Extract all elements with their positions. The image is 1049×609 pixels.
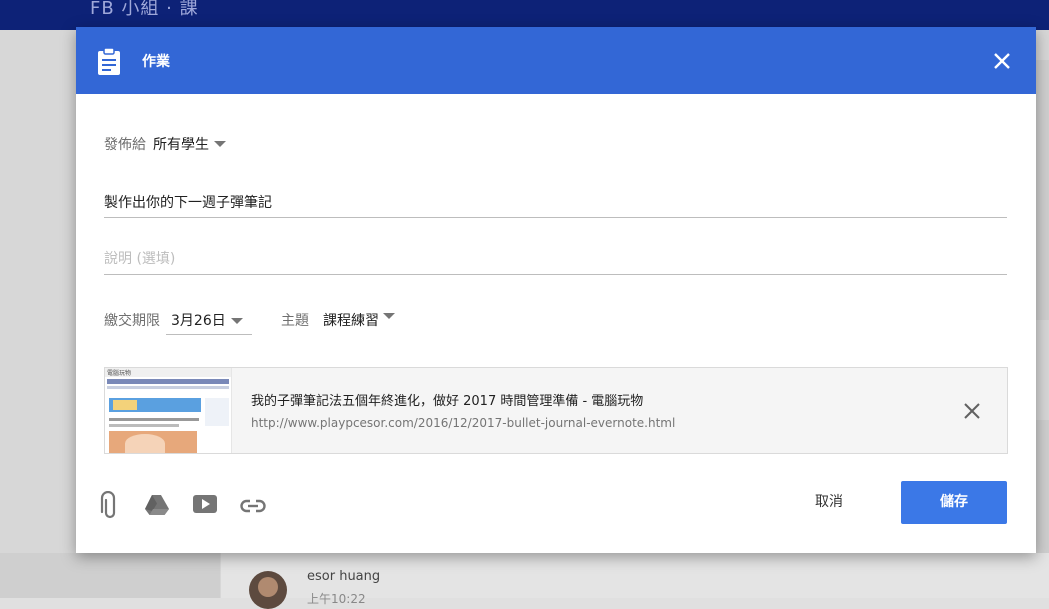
dropdown-caret-icon — [383, 313, 395, 319]
background-panel — [1036, 60, 1049, 320]
post-author: esor huang — [307, 569, 381, 584]
background-left-pane — [0, 553, 220, 598]
thumbnail-decoration — [205, 398, 229, 426]
due-date-underline — [166, 334, 252, 335]
due-date-value: 3月26日 — [171, 313, 226, 329]
dropdown-caret-icon — [214, 141, 226, 147]
thumbnail-decoration — [109, 418, 199, 421]
thumbnail-decoration — [125, 434, 165, 453]
assign-to-dropdown[interactable]: 所有學生 — [152, 129, 232, 155]
close-icon — [964, 403, 980, 419]
attachment-url: http://www.playpcesor.com/2016/12/2017-b… — [251, 416, 676, 430]
youtube-icon — [193, 495, 217, 513]
paperclip-icon — [100, 490, 116, 519]
link-thumbnail: 電腦玩物 — [105, 368, 232, 453]
add-file-button[interactable] — [97, 490, 123, 519]
app-top-bar: FB 小組 · 課 — [0, 0, 1049, 30]
description-input[interactable] — [104, 248, 1004, 270]
topic-label: 主題 — [281, 313, 309, 329]
background-panel — [1036, 420, 1049, 553]
assignment-dialog: 作業 發佈給 所有學生 繳交期限 3月26日 主題 課程練習 電腦玩物 — [76, 27, 1036, 553]
title-underline — [104, 217, 1007, 218]
post-time: 上午10:22 — [307, 592, 366, 606]
add-link-button[interactable] — [240, 498, 266, 524]
cancel-button[interactable]: 取消 — [798, 481, 860, 523]
dialog-title: 作業 — [142, 54, 170, 70]
topic-value: 課程練習 — [323, 313, 379, 329]
youtube-button[interactable] — [192, 494, 218, 520]
assign-to-label: 發佈給 — [104, 137, 146, 153]
save-button[interactable]: 儲存 — [901, 481, 1007, 524]
google-drive-icon — [145, 495, 169, 515]
remove-attachment-button[interactable] — [962, 401, 982, 421]
app-title: FB 小組 · 課 — [90, 0, 199, 19]
assignment-title-input[interactable] — [104, 191, 1004, 213]
thumbnail-decoration — [107, 379, 229, 384]
thumbnail-decoration — [107, 386, 229, 389]
thumbnail-brand: 電腦玩物 — [107, 370, 132, 377]
google-drive-button[interactable] — [144, 493, 170, 519]
topic-dropdown[interactable]: 課程練習 — [322, 303, 402, 333]
attachment-title: 我的子彈筆記法五個年終進化，做好 2017 時間管理準備 - 電腦玩物 — [251, 394, 644, 409]
due-date-dropdown[interactable]: 3月26日 — [166, 303, 252, 335]
description-underline — [104, 274, 1007, 275]
dialog-header: 作業 — [76, 27, 1036, 94]
close-icon — [994, 53, 1010, 69]
close-dialog-button[interactable] — [986, 45, 1018, 77]
link-icon — [240, 499, 266, 513]
link-attachment-card[interactable]: 電腦玩物 我的子彈筆記法五個年終進化，做好 2017 時間管理準備 - 電腦玩物… — [104, 367, 1008, 454]
avatar — [249, 571, 287, 609]
due-date-label: 繳交期限 — [104, 313, 160, 329]
clipboard-icon — [97, 47, 121, 75]
thumbnail-decoration — [109, 424, 179, 427]
dropdown-caret-icon — [231, 318, 243, 324]
thumbnail-decoration — [113, 400, 137, 410]
assign-to-value: 所有學生 — [153, 137, 209, 153]
